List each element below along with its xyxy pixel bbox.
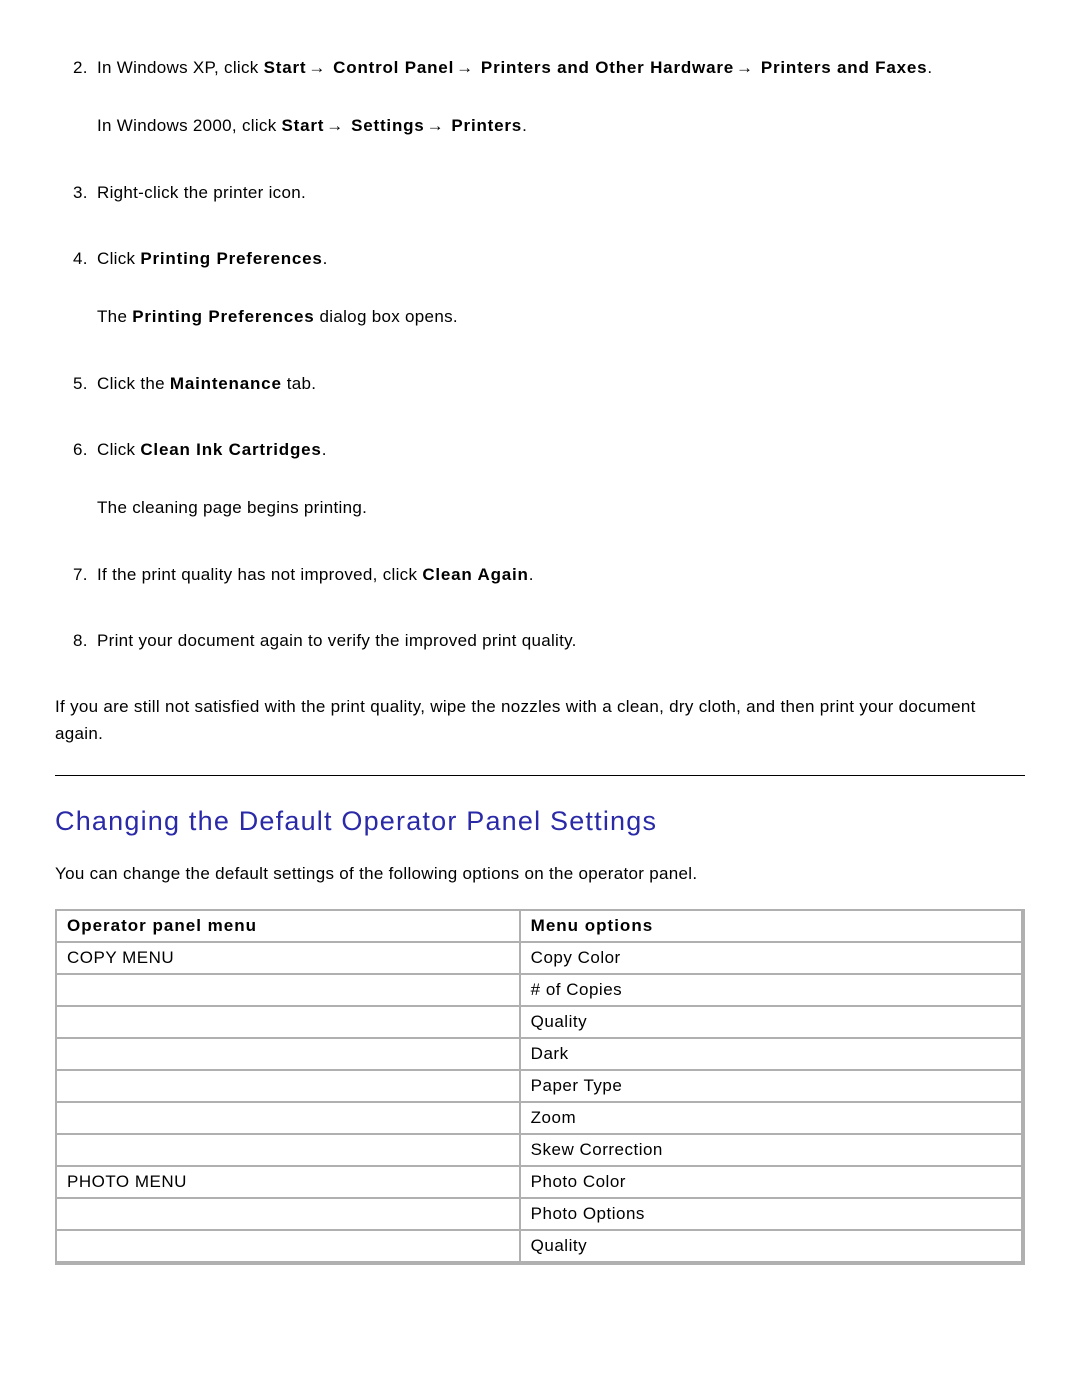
table-row: Zoom: [57, 1103, 1023, 1135]
cell-option: Zoom: [521, 1103, 1023, 1135]
table-row: PHOTO MENUPhoto Color: [57, 1167, 1023, 1199]
table-row: COPY MENUCopy Color: [57, 943, 1023, 975]
cell-option: Skew Correction: [521, 1135, 1023, 1167]
ui-term: Start: [264, 58, 307, 77]
cell-option: Paper Type: [521, 1071, 1023, 1103]
arrow-icon: →: [734, 58, 755, 77]
section-intro: You can change the default settings of t…: [55, 861, 1025, 887]
ui-term: Printers and Other Hardware: [475, 58, 734, 77]
cell-menu: [57, 1103, 521, 1135]
table-row: Photo Options: [57, 1199, 1023, 1231]
arrow-icon: →: [454, 58, 475, 77]
step-number: 2.: [73, 55, 88, 81]
step-body: Click the Maintenance tab.: [97, 371, 1025, 397]
ui-term: Clean Again: [422, 565, 528, 584]
table-row: Paper Type: [57, 1071, 1023, 1103]
step-body: In Windows XP, click Start→ Control Pane…: [97, 55, 1025, 81]
cell-menu: [57, 1007, 521, 1039]
step-text: .: [927, 58, 932, 77]
step-item: 4. Click Printing Preferences. The Printin…: [55, 246, 1025, 331]
cell-menu: [57, 1135, 521, 1167]
step-text: In Windows XP, click: [97, 58, 264, 77]
step-text: dialog box opens.: [315, 307, 458, 326]
ui-term: Printing Preferences: [140, 249, 322, 268]
step-text: .: [322, 440, 327, 459]
step-text: If the print quality has not improved, c…: [97, 565, 422, 584]
step-text: The cleaning page begins printing.: [97, 498, 367, 517]
step-text: Print your document again to verify the …: [97, 631, 577, 650]
step-item: 8. Print your document again to verify th…: [55, 628, 1025, 654]
step-sub: The Printing Preferences dialog box open…: [97, 304, 1025, 330]
step-item: 2.In Windows XP, click Start→ Control Pa…: [55, 55, 1025, 140]
step-text: Click: [97, 249, 140, 268]
step-number: 7.: [73, 562, 88, 588]
table-row: Quality: [57, 1231, 1023, 1263]
cell-option: Photo Color: [521, 1167, 1023, 1199]
cell-option: Quality: [521, 1007, 1023, 1039]
cell-menu: COPY MENU: [57, 943, 521, 975]
step-body: Click Clean Ink Cartridges.: [97, 437, 1025, 463]
table-row: Dark: [57, 1039, 1023, 1071]
options-table: Operator panel menu Menu options COPY ME…: [55, 909, 1025, 1265]
cell-option: Quality: [521, 1231, 1023, 1263]
ui-term: Settings: [346, 116, 425, 135]
ui-term: Printers and Faxes: [755, 58, 927, 77]
step-text: In Windows 2000, click: [97, 116, 282, 135]
step-item: 3. Right-click the printer icon.: [55, 180, 1025, 206]
step-text: Right-click the printer icon.: [97, 183, 306, 202]
table-row: Skew Correction: [57, 1135, 1023, 1167]
arrow-icon: →: [425, 116, 446, 135]
step-sub: In Windows 2000, click Start→ Settings→ …: [97, 113, 1025, 139]
ui-term: Maintenance: [170, 374, 282, 393]
step-body: Click Printing Preferences.: [97, 246, 1025, 272]
step-number: 5.: [73, 371, 88, 397]
step-number: 4.: [73, 246, 88, 272]
table-header-menu: Operator panel menu: [57, 911, 521, 943]
arrow-icon: →: [306, 58, 327, 77]
ui-term: Control Panel: [328, 58, 454, 77]
steps-list: 2.In Windows XP, click Start→ Control Pa…: [55, 55, 1025, 654]
step-item: 6. Click Clean Ink Cartridges. The cleanin…: [55, 437, 1025, 522]
step-sub: The cleaning page begins printing.: [97, 495, 1025, 521]
step-number: 6.: [73, 437, 88, 463]
cell-menu: [57, 1039, 521, 1071]
ui-term: Start: [282, 116, 325, 135]
ui-term: Printing Preferences: [132, 307, 314, 326]
cell-option: Dark: [521, 1039, 1023, 1071]
cell-menu: [57, 975, 521, 1007]
step-body: Print your document again to verify the …: [97, 628, 1025, 654]
step-text: .: [323, 249, 328, 268]
step-text: The: [97, 307, 132, 326]
step-text: tab.: [282, 374, 317, 393]
step-item: 7. If the print quality has not improved,…: [55, 562, 1025, 588]
cell-menu: PHOTO MENU: [57, 1167, 521, 1199]
step-text: Click: [97, 440, 140, 459]
table-header-options: Menu options: [521, 911, 1023, 943]
cell-option: Copy Color: [521, 943, 1023, 975]
cell-menu: [57, 1231, 521, 1263]
ui-term: Clean Ink Cartridges: [140, 440, 321, 459]
step-text: .: [529, 565, 534, 584]
ui-term: Printers: [446, 116, 522, 135]
cell-menu: [57, 1071, 521, 1103]
step-body: Right-click the printer icon.: [97, 180, 1025, 206]
step-number: 8.: [73, 628, 88, 654]
section-divider: [55, 775, 1025, 776]
closing-paragraph: If you are still not satisfied with the …: [55, 694, 1025, 747]
step-text: Click the: [97, 374, 170, 393]
step-number: 3.: [73, 180, 88, 206]
cell-menu: [57, 1199, 521, 1231]
table-row: # of Copies: [57, 975, 1023, 1007]
cell-option: Photo Options: [521, 1199, 1023, 1231]
table-row: Quality: [57, 1007, 1023, 1039]
step-item: 5. Click the Maintenance tab.: [55, 371, 1025, 397]
step-text: .: [522, 116, 527, 135]
cell-option: # of Copies: [521, 975, 1023, 1007]
section-heading: Changing the Default Operator Panel Sett…: [55, 806, 1025, 837]
step-body: If the print quality has not improved, c…: [97, 562, 1025, 588]
arrow-icon: →: [324, 116, 345, 135]
